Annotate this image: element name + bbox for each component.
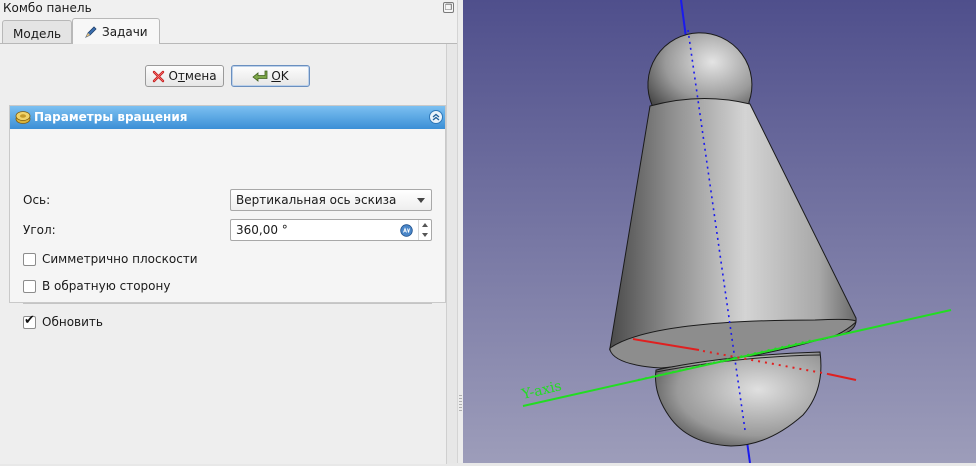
3d-viewport[interactable]: Y-axis xyxy=(463,0,976,464)
tasks-pane-content: Отмена OK Параметры вращения Ось: Вертик… xyxy=(0,44,447,464)
spin-separator xyxy=(418,220,419,240)
ok-label-post: K xyxy=(280,69,289,83)
collapse-icon[interactable] xyxy=(429,110,443,124)
expression-icon[interactable] xyxy=(400,223,413,243)
revolution-parameters-header[interactable]: Параметры вращения xyxy=(10,106,445,129)
revolution-icon xyxy=(15,110,31,133)
angle-input[interactable]: 360,00 ° xyxy=(230,219,432,241)
chevron-down-icon xyxy=(417,198,425,203)
cancel-button[interactable]: Отмена xyxy=(145,65,224,87)
reversed-checkbox[interactable] xyxy=(23,280,36,293)
panel-tabs: Модель Задачи xyxy=(0,18,457,44)
spin-down-icon[interactable] xyxy=(422,233,428,237)
symmetric-label: Симметрично плоскости xyxy=(42,252,198,266)
update-label: Обновить xyxy=(42,315,103,329)
undock-icon[interactable]: ❐ xyxy=(443,2,454,13)
update-checkbox[interactable]: ✔ xyxy=(23,313,36,329)
pencil-icon xyxy=(85,25,98,41)
tab-model-label: Модель xyxy=(13,27,62,41)
symmetric-checkbox[interactable] xyxy=(23,253,36,266)
tab-model[interactable]: Модель xyxy=(2,20,72,43)
angle-label: Угол: xyxy=(23,223,56,237)
group-divider xyxy=(23,303,432,304)
panel-titlebar: Комбо панель ❐ xyxy=(0,0,457,18)
ok-arrow-icon xyxy=(252,69,268,89)
checkmark-icon: ✔ xyxy=(24,313,35,328)
cancel-label-pre: О xyxy=(168,69,178,83)
cancel-icon xyxy=(152,69,165,89)
splitter-grip[interactable] xyxy=(459,395,462,411)
panel-title: Комбо панель xyxy=(3,1,92,15)
axis-select[interactable]: Вертикальная ось эскиза xyxy=(230,189,432,211)
tab-tasks[interactable]: Задачи xyxy=(72,18,160,44)
spin-up-icon[interactable] xyxy=(422,223,428,227)
reversed-label: В обратную сторону xyxy=(42,279,171,293)
axis-select-value: Вертикальная ось эскиза xyxy=(236,193,397,207)
viewport-canvas: Y-axis xyxy=(463,0,976,464)
revolution-parameters-title: Параметры вращения xyxy=(34,110,188,124)
combo-panel: Комбо панель ❐ Модель Задачи Отмена OK П… xyxy=(0,0,457,464)
ok-label-accel: O xyxy=(271,69,281,83)
tasks-pane: Отмена OK Параметры вращения Ось: Вертик… xyxy=(0,43,457,464)
axis-label: Ось: xyxy=(23,193,51,207)
cancel-label-accel: т xyxy=(177,69,185,83)
ok-button[interactable]: OK xyxy=(231,65,310,87)
tab-tasks-label: Задачи xyxy=(102,25,148,39)
angle-input-value: 360,00 ° xyxy=(236,223,288,237)
cancel-label-post: мена xyxy=(184,69,217,83)
revolution-parameters-panel: Параметры вращения Ось: Вертикальная ось… xyxy=(9,105,446,329)
